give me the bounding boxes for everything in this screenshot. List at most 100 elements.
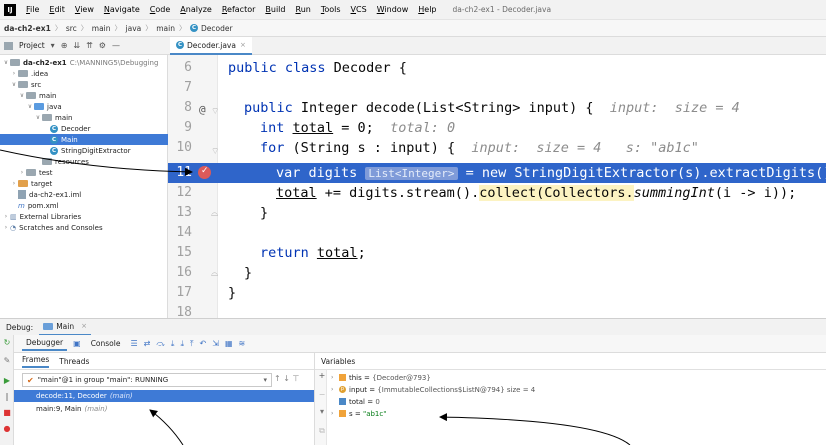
chevron-right-icon[interactable]: › (2, 224, 10, 231)
chevron-right-icon[interactable]: › (18, 169, 26, 176)
chevron-down-icon[interactable]: ∨ (10, 81, 18, 88)
breadcrumb-package-main[interactable]: main (156, 24, 175, 33)
evaluate-expression-icon[interactable]: ▦ (225, 339, 233, 348)
tab-decoder-java[interactable]: C Decoder.java × (170, 37, 252, 55)
tab-debugger[interactable]: Debugger (22, 336, 68, 351)
tree-item-idea[interactable]: › .idea (0, 68, 168, 79)
menu-edit[interactable]: Edit (49, 5, 65, 14)
chevron-down-icon[interactable]: ∨ (2, 59, 10, 66)
chevron-right-icon[interactable]: › (331, 386, 339, 393)
pause-icon[interactable]: ‖ (2, 392, 12, 402)
copy-icon[interactable]: ⧉ (317, 426, 327, 436)
tree-item-target[interactable]: › target (0, 178, 168, 189)
frame-navigation-icons[interactable]: ↑ ↓ ⊤ (274, 374, 299, 383)
move-down-icon[interactable]: ▾ (317, 407, 327, 417)
collapse-all-icon[interactable]: ⇈ (86, 41, 93, 50)
tree-item-iml[interactable]: da-ch2-ex1.iml (0, 189, 168, 200)
stop-icon[interactable]: ■ (2, 408, 12, 418)
variable-row-total[interactable]: total = 0 (331, 396, 380, 407)
close-icon[interactable]: × (240, 41, 246, 49)
tab-frames[interactable]: Frames (22, 355, 50, 368)
tree-item-pom[interactable]: m pom.xml (0, 200, 168, 211)
tree-item-src[interactable]: ∨ src (0, 79, 168, 90)
project-panel-title[interactable]: Project (19, 41, 45, 50)
menu-icon[interactable]: ☰ (130, 339, 137, 348)
tree-item-main-class[interactable]: C Main (0, 134, 168, 145)
variable-row-this[interactable]: › this = {Decoder@793} (331, 372, 431, 383)
add-watch-icon[interactable]: + (317, 371, 327, 381)
breadcrumb-project[interactable]: da-ch2-ex1 (4, 24, 51, 33)
menu-analyze[interactable]: Analyze (180, 5, 212, 14)
chevron-right-icon[interactable]: › (331, 374, 339, 381)
run-to-cursor-icon[interactable]: ⇲ (212, 339, 219, 348)
tree-item-main[interactable]: ∨ main (0, 90, 168, 101)
tab-threads[interactable]: Threads (59, 357, 89, 366)
primitive-variable-icon (339, 398, 346, 405)
menu-help[interactable]: Help (418, 5, 436, 14)
chevron-down-icon[interactable]: ∨ (18, 92, 26, 99)
tree-item-package-main[interactable]: ∨ main (0, 112, 168, 123)
thread-selector[interactable]: ✔ "main"@1 in group "main": RUNNING ▾ (22, 373, 272, 387)
trace-icon[interactable]: ≋ (239, 339, 246, 348)
force-step-into-icon[interactable]: ⤓ (180, 339, 184, 349)
resume-icon[interactable]: ▶ (2, 376, 12, 386)
menu-view[interactable]: View (75, 5, 94, 14)
annotation-marker-icon[interactable]: @ (199, 103, 206, 116)
tree-item-decoder[interactable]: C Decoder (0, 123, 168, 134)
menu-file[interactable]: File (26, 5, 39, 14)
stack-frame-row[interactable]: decode:11, Decoder (main) (14, 390, 314, 402)
variable-row-s[interactable]: › s = "ab1c" (331, 408, 386, 419)
fold-icon[interactable]: ⌓ (211, 209, 218, 219)
tree-item-scratches[interactable]: › ◔ Scratches and Consoles (0, 222, 168, 233)
tree-item-java[interactable]: ∨ java (0, 101, 168, 112)
debug-config-tab-main[interactable]: Main × (39, 319, 91, 336)
breadcrumb-main[interactable]: main (92, 24, 111, 33)
remove-watch-icon[interactable]: − (317, 390, 327, 400)
fold-icon[interactable]: ⌔ (211, 106, 219, 117)
tree-item-external-libraries[interactable]: › ▥ External Libraries (0, 211, 168, 222)
locate-icon[interactable]: ⊕ (61, 41, 68, 50)
gear-icon[interactable]: ⚙ (99, 41, 106, 50)
rerun-icon[interactable]: ↻ (2, 338, 12, 348)
drop-frame-icon[interactable]: ↶ (200, 339, 207, 348)
menu-code[interactable]: Code (150, 5, 171, 14)
step-out-icon[interactable]: ⤒ (190, 339, 194, 349)
chevron-down-icon[interactable]: ▾ (263, 376, 267, 384)
step-into-icon[interactable]: ⤓ (171, 339, 175, 349)
code-line-15: return total; (260, 245, 366, 261)
stack-frame-row[interactable]: main:9, Main (main) (14, 403, 314, 415)
chevron-right-icon[interactable]: › (2, 213, 10, 220)
step-over-icon[interactable]: ⤼ (156, 339, 165, 349)
breadcrumb-src[interactable]: src (66, 24, 77, 33)
chevron-right-icon[interactable]: › (10, 180, 18, 187)
menu-refactor[interactable]: Refactor (222, 5, 256, 14)
tab-console[interactable]: Console (87, 337, 125, 350)
breadcrumb-java[interactable]: java (126, 24, 142, 33)
breadcrumb-class-decoder[interactable]: C Decoder (189, 24, 233, 33)
fold-icon[interactable]: ⌓ (211, 269, 218, 279)
tree-item-stringdigitextractor[interactable]: C StringDigitExtractor (0, 145, 168, 156)
tree-item-module[interactable]: ∨ da-ch2-ex1 C:\MANNING5\Debugging (0, 57, 168, 68)
chevron-down-icon[interactable]: ∨ (34, 114, 42, 121)
chevron-down-icon[interactable]: ▾ (51, 41, 55, 50)
chevron-down-icon[interactable]: ∨ (26, 103, 34, 110)
menu-tools[interactable]: Tools (321, 5, 341, 14)
variable-row-input[interactable]: › p input = {ImmutableCollections$ListN@7… (331, 384, 535, 395)
folder-icon (26, 169, 36, 176)
fold-icon[interactable]: ⌔ (211, 146, 219, 157)
chevron-right-icon[interactable]: › (10, 70, 18, 77)
menu-window[interactable]: Window (377, 5, 409, 14)
tree-item-test[interactable]: › test (0, 167, 168, 178)
settings-icon[interactable]: ✎ (2, 356, 12, 366)
menu-navigate[interactable]: Navigate (104, 5, 140, 14)
menu-build[interactable]: Build (265, 5, 285, 14)
close-icon[interactable]: × (81, 322, 87, 330)
view-breakpoints-icon[interactable]: ● (2, 424, 12, 434)
tree-item-resources[interactable]: resources (0, 156, 168, 167)
menu-run[interactable]: Run (295, 5, 310, 14)
chevron-right-icon[interactable]: › (331, 410, 339, 417)
show-execution-point-icon[interactable]: ⇄ (144, 339, 151, 348)
menu-vcs[interactable]: VCS (351, 5, 367, 14)
hide-panel-icon[interactable]: — (112, 41, 120, 50)
expand-all-icon[interactable]: ⇊ (73, 41, 80, 50)
